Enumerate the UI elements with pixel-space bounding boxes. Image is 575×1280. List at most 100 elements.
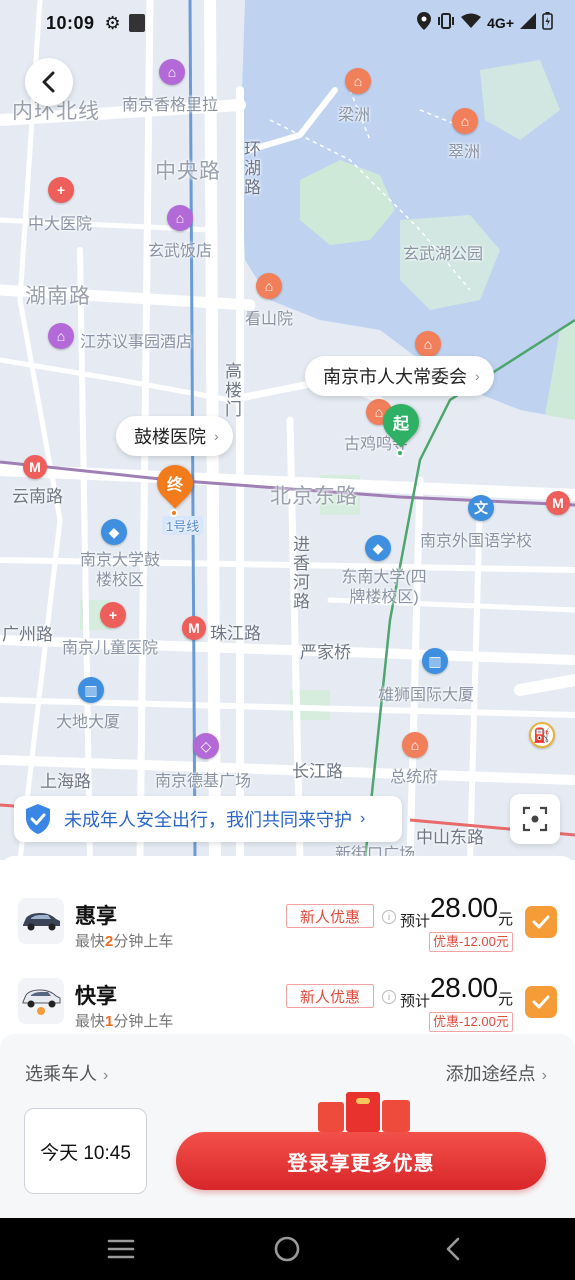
select-passenger-button[interactable]: 选乘车人 › [25,1060,108,1086]
end-point-dot [170,509,178,517]
landmark-poi-icon[interactable]: ⌂ [256,273,282,299]
map-label: 环湖路 [241,140,260,197]
hotel-poi-icon[interactable]: ⌂ [48,323,74,349]
map-label: 南京外国语学校 [420,533,533,550]
new-user-promo-badge: 新人优惠 [286,984,374,1008]
map-label: 南京香格里拉 [122,97,219,114]
white-car-icon [18,978,64,1024]
landmark-poi-icon[interactable]: ⌂ [345,68,371,94]
ride-eta: 最快2分钟上车 [75,933,174,950]
info-icon[interactable]: i [382,910,396,924]
building-poi-icon[interactable]: ▥ [422,648,448,674]
home-nav-button[interactable] [270,1232,304,1266]
sedan-car-icon [18,898,64,944]
end-location-callout[interactable]: 鼓楼医院 › [116,416,233,456]
map-label: 玄武湖公园 [403,246,484,263]
ride-name: 惠享 [75,905,117,928]
chevron-right-icon: › [475,368,480,384]
ride-price: 28.00 [430,892,498,923]
home-circle-icon [274,1236,300,1262]
new-user-promo-badge: 新人优惠 [286,904,374,928]
wifi-icon [461,13,482,33]
map-label: 湖南路 [25,285,91,308]
map-label: 大地大厦 [56,714,121,731]
building-poi-icon[interactable]: ▥ [78,677,104,703]
back-nav-button[interactable] [436,1232,470,1266]
map-label: 梁洲 [338,107,371,124]
hospital-poi-icon[interactable]: + [100,602,126,628]
map-label: 翠洲 [448,144,481,161]
safety-banner[interactable]: 未成年人安全出行，我们共同来守护 › [14,796,402,842]
hospital-poi-icon[interactable]: + [48,177,74,203]
metro-station-icon[interactable]: M [23,455,47,479]
safety-banner-text: 未成年人安全出行，我们共同来守护 [64,810,352,830]
map-label: 看山院 [245,311,294,328]
locate-icon [522,806,548,832]
map-label: 进香河路 [290,535,309,611]
back-button[interactable] [25,58,73,106]
estimate-label: 预计 [400,993,431,1010]
red-envelope-icon [318,1092,410,1132]
metro-station-icon[interactable]: M [546,491,570,515]
locate-button[interactable] [510,794,560,844]
login-button-label: 登录享更多优惠 [287,1152,435,1175]
ride-select-checkbox[interactable] [525,906,557,938]
map-label: 中大医院 [28,216,93,233]
end-location-label: 鼓楼医院 [134,427,206,447]
price-unit: 元 [498,991,514,1008]
landmark-poi-icon[interactable]: ⌂ [402,732,428,758]
map-label: 珠江路 [210,624,261,643]
network-type: 4G+ [487,15,514,31]
hotel-poi-icon[interactable]: ⌂ [159,59,185,85]
university-poi-icon[interactable]: ◆ [365,535,391,561]
menu-nav-button[interactable] [104,1232,138,1266]
ride-options-sheet: 惠享 最快2分钟上车 新人优惠 i 预计 28.00 元 优惠-12.00元 快… [0,856,575,1218]
map-view[interactable]: 内环北线 南京香格里拉 中央路 环湖路 梁洲 翠洲 中大医院 玄武饭店 玄武湖公… [0,0,575,860]
ride-name: 快享 [75,985,117,1008]
back-arrow-icon [446,1237,460,1261]
add-waypoint-label: 添加途经点 [445,1064,536,1084]
gas-station-icon[interactable]: ⛽ [529,722,555,748]
departure-time-button[interactable]: 今天 10:45 [24,1108,147,1194]
chevron-right-icon: › [360,810,366,827]
map-label: 中央路 [155,160,221,183]
estimate-label: 预计 [400,913,431,930]
ride-price: 28.00 [430,972,498,1003]
info-icon[interactable]: i [382,990,396,1004]
chevron-right-icon: › [103,1067,109,1084]
university-poi-icon[interactable]: ◆ [101,519,127,545]
ride-option-kuaixiang[interactable]: 快享 最快1分钟上车 新人优惠 i 预计 28.00 元 优惠-12.00元 [0,964,575,1044]
shopping-poi-icon[interactable]: ◇ [193,733,219,759]
map-label: 总统府 [390,769,439,786]
ride-select-checkbox[interactable] [525,986,557,1018]
discount-badge: 优惠-12.00元 [429,1012,513,1032]
map-label: 雄狮国际大厦 [378,687,475,704]
map-label: 玄武饭店 [148,243,213,260]
add-waypoint-button[interactable]: 添加途经点 › [446,1060,547,1086]
landmark-poi-icon[interactable]: ⌂ [415,331,441,357]
ride-option-huixiang[interactable]: 惠享 最快2分钟上车 新人优惠 i 预计 28.00 元 优惠-12.00元 [0,884,575,964]
map-label: 严家桥 [300,643,351,662]
hotel-poi-icon[interactable]: ⌂ [167,205,193,231]
departure-time-label: 今天 10:45 [40,1142,131,1164]
start-location-callout[interactable]: 南京市人大常委会 › [305,356,494,396]
map-label: 广州路 [2,625,53,644]
landmark-poi-icon[interactable]: ⌂ [452,108,478,134]
system-nav-bar [0,1218,575,1280]
chevron-right-icon: › [214,428,219,444]
map-label: 高楼门 [222,362,241,419]
discount-badge: 优惠-12.00元 [429,932,513,952]
map-label: 南京儿童医院 [62,640,159,657]
gear-icon: ⚙ [104,12,121,33]
sd-card-icon [128,14,145,32]
login-for-more-discounts-button[interactable]: 登录享更多优惠 [176,1132,546,1190]
vibrate-icon [437,13,455,33]
metro-station-icon[interactable]: M [182,616,206,640]
chevron-left-icon [42,71,55,93]
status-icons: 4G+ [417,12,553,34]
menu-icon [107,1239,135,1259]
check-icon [532,915,550,929]
map-label: 云南路 [12,487,63,506]
map-label: 江苏议事园酒店 [80,334,193,351]
school-poi-icon[interactable]: 文 [468,495,494,521]
